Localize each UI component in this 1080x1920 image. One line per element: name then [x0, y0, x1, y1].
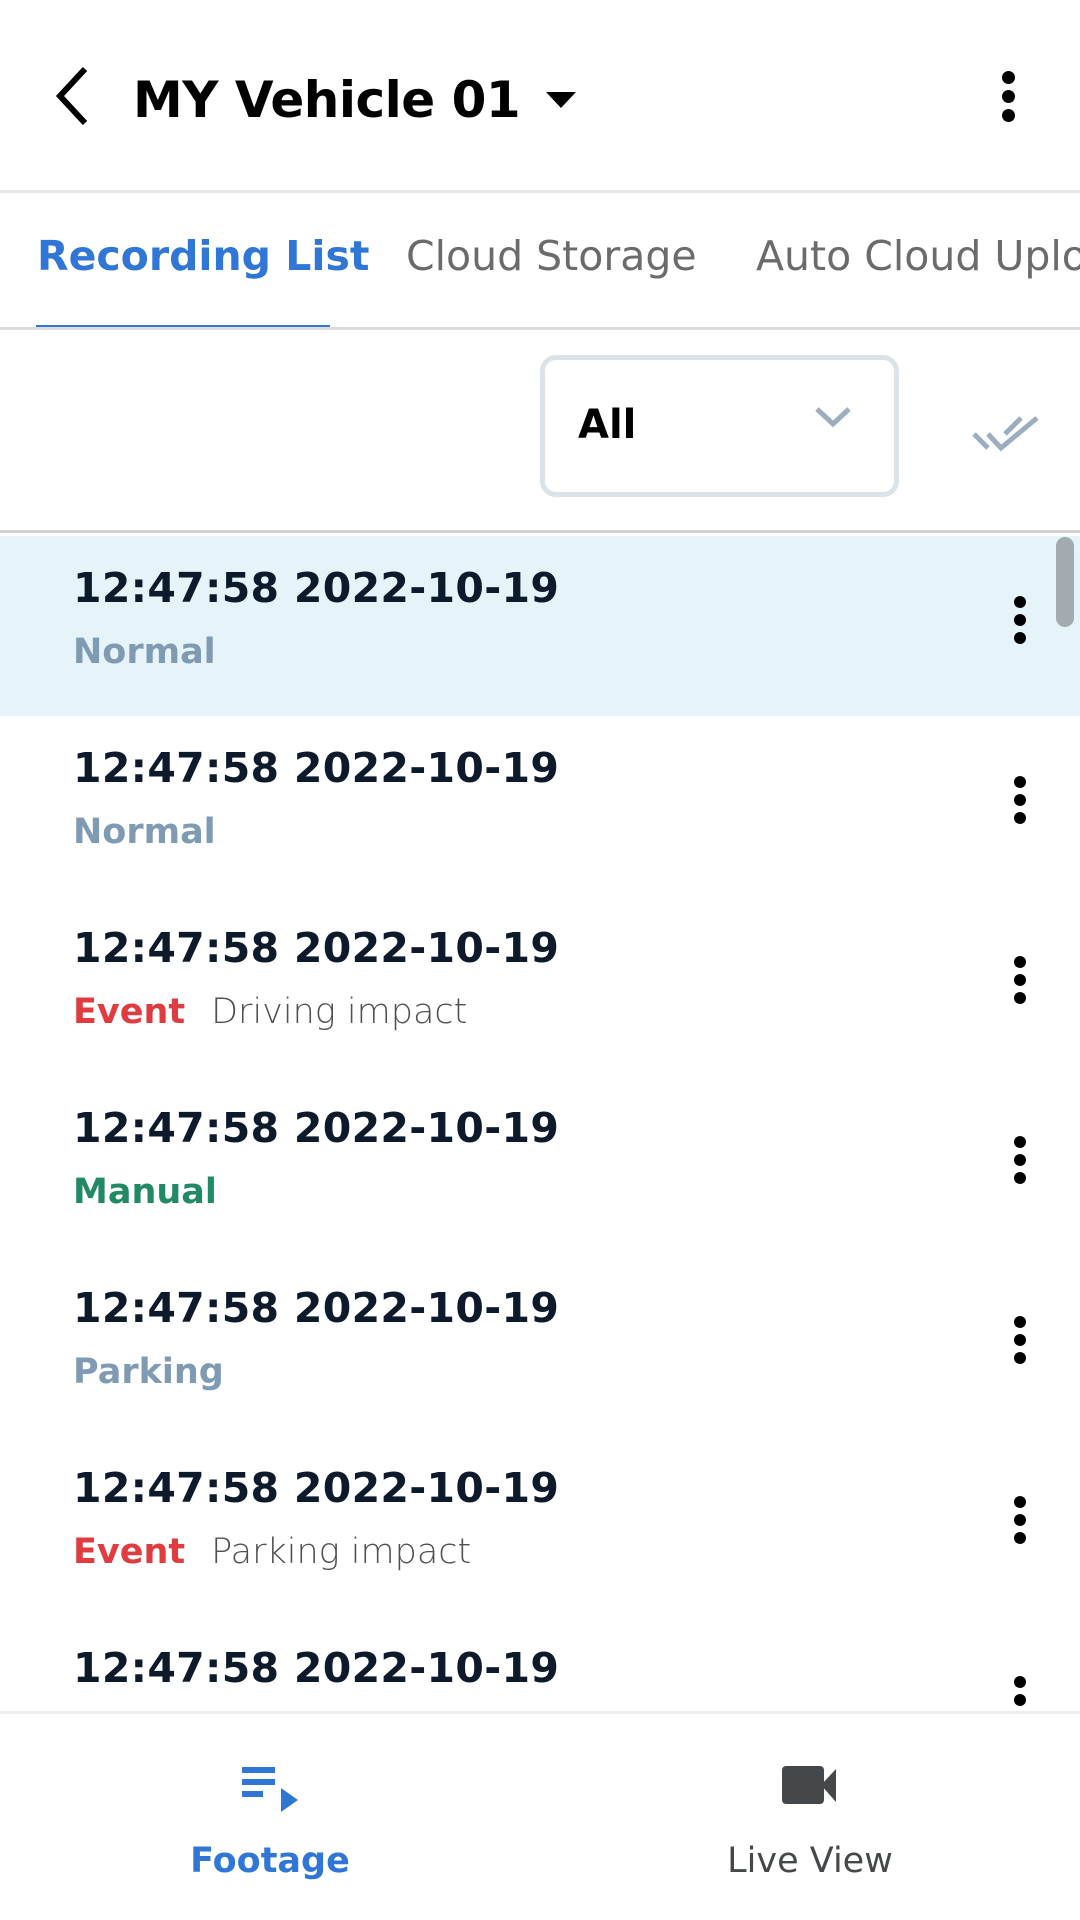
recording-meta: Parking [73, 1352, 224, 1392]
tab-auto-cloud-upload[interactable]: Auto Cloud Uplo [756, 232, 1080, 280]
recording-row[interactable]: 12:47:58 2022-10-19 Manual [0, 1076, 1080, 1256]
more-vertical-icon [1014, 1136, 1026, 1148]
recording-type-badge: Manual [73, 1172, 217, 1212]
playlist-play-icon [242, 1767, 298, 1812]
recording-timestamp: 12:47:58 2022-10-19 [73, 924, 560, 972]
more-vertical-icon-dot [1001, 108, 1015, 122]
chevron-left-icon [55, 66, 88, 126]
app-header: MY Vehicle 01 [0, 0, 1080, 193]
row-menu-button[interactable] [992, 942, 1048, 1018]
more-vertical-icon-dot [1014, 632, 1026, 644]
recording-timestamp: 12:47:58 2022-10-19 [73, 1284, 560, 1332]
chevron-down-icon [815, 407, 851, 428]
more-vertical-icon-dot [1014, 974, 1026, 986]
videocam-icon [782, 1766, 836, 1804]
more-vertical-icon-dot [1014, 992, 1026, 1004]
recording-row[interactable]: 12:47:58 2022-10-19 Normal [0, 716, 1080, 896]
more-vertical-icon-dot [1014, 1694, 1026, 1706]
recording-event-detail: Driving impact [211, 992, 468, 1032]
more-vertical-icon [1014, 596, 1026, 608]
filter-bar: All [0, 333, 1080, 533]
recording-type-badge: Normal [73, 632, 216, 672]
more-vertical-icon [1014, 776, 1026, 788]
more-vertical-icon [1014, 1676, 1026, 1688]
recording-type-badge: Parking [73, 1352, 224, 1392]
select-all-button[interactable] [962, 399, 1052, 469]
more-vertical-icon-dot [1014, 1352, 1026, 1364]
more-vertical-icon-dot [1014, 1532, 1026, 1544]
more-vertical-icon-dot [1001, 89, 1015, 103]
recording-timestamp: 12:47:58 2022-10-19 [73, 564, 560, 612]
nav-footage[interactable]: Footage [0, 1714, 540, 1920]
active-tab-indicator [36, 325, 330, 327]
more-vertical-icon [1014, 1316, 1026, 1328]
recording-meta: Normal [73, 632, 216, 672]
recording-list: 12:47:58 2022-10-19 Normal 12:47:58 2022… [0, 536, 1080, 1711]
nav-live-view-label: Live View [727, 1841, 893, 1881]
tab-recording-list[interactable]: Recording List [37, 232, 369, 280]
caret-down-icon [546, 92, 577, 108]
more-vertical-icon-dot [1014, 1514, 1026, 1526]
row-menu-button[interactable] [992, 762, 1048, 838]
vehicle-selector[interactable]: MY Vehicle 01 [133, 62, 577, 138]
recording-timestamp: 12:47:58 2022-10-19 [73, 1644, 560, 1692]
more-vertical-icon [1014, 1496, 1026, 1508]
more-vertical-icon [1001, 70, 1015, 84]
nav-footage-label: Footage [190, 1841, 350, 1881]
recording-timestamp: 12:47:58 2022-10-19 [73, 1464, 560, 1512]
row-menu-button[interactable] [992, 1482, 1048, 1558]
tab-bar: Recording List Cloud Storage Auto Cloud … [0, 196, 1080, 330]
recording-row[interactable]: 12:47:58 2022-10-19 Event Parking impact [0, 1436, 1080, 1616]
recording-row[interactable]: 12:47:58 2022-10-19 Event Driving impact [0, 896, 1080, 1076]
tab-cloud-storage[interactable]: Cloud Storage [406, 232, 697, 280]
dropdown-selected-value: All [578, 402, 637, 448]
header-menu-button[interactable] [980, 60, 1036, 132]
recording-type-dropdown[interactable]: All [540, 355, 899, 497]
double-check-icon [972, 416, 1039, 452]
recording-meta: Event Parking impact [73, 1532, 471, 1572]
recording-type-badge: Event [73, 992, 186, 1032]
more-vertical-icon-dot [1014, 1334, 1026, 1346]
recording-type-badge: Normal [73, 812, 216, 852]
recording-meta: Normal [73, 812, 216, 852]
nav-live-view[interactable]: Live View [540, 1714, 1080, 1920]
recording-timestamp: 12:47:58 2022-10-19 [73, 744, 560, 792]
page-title: MY Vehicle 01 [133, 71, 521, 129]
more-vertical-icon-dot [1014, 812, 1026, 824]
row-menu-button[interactable] [992, 1662, 1048, 1711]
recording-row[interactable]: 12:47:58 2022-10-19 Normal [0, 536, 1080, 716]
bottom-navigation: Footage Live View [0, 1711, 1080, 1920]
more-vertical-icon [1014, 956, 1026, 968]
recording-event-detail: Parking impact [211, 1532, 472, 1572]
more-vertical-icon-dot [1014, 1172, 1026, 1184]
more-vertical-icon-dot [1014, 794, 1026, 806]
list-scrollbar[interactable] [1056, 537, 1074, 627]
recording-meta: Event Driving impact [73, 992, 467, 1032]
more-vertical-icon-dot [1014, 1154, 1026, 1166]
recording-meta: Manual [73, 1172, 217, 1212]
row-menu-button[interactable] [992, 1302, 1048, 1378]
row-menu-button[interactable] [992, 1122, 1048, 1198]
row-menu-button[interactable] [992, 582, 1048, 658]
more-vertical-icon-dot [1014, 614, 1026, 626]
back-button[interactable] [40, 56, 104, 136]
recording-row[interactable]: 12:47:58 2022-10-19 [0, 1616, 1080, 1711]
recording-type-badge: Event [73, 1532, 186, 1572]
recording-timestamp: 12:47:58 2022-10-19 [73, 1104, 560, 1152]
recording-row[interactable]: 12:47:58 2022-10-19 Parking [0, 1256, 1080, 1436]
